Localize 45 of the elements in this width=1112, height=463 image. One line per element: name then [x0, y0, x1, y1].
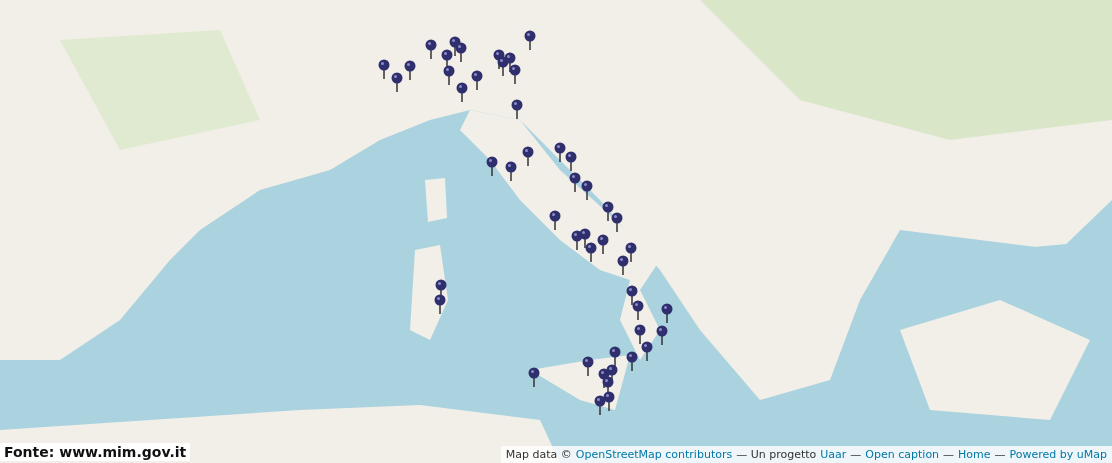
map-pin-icon[interactable]	[511, 99, 523, 119]
map-pin-icon[interactable]	[611, 212, 623, 232]
map-pin-icon[interactable]	[434, 294, 446, 314]
map-pin-icon[interactable]	[632, 300, 644, 320]
map-pin-icon[interactable]	[554, 142, 566, 162]
map-pin-icon[interactable]	[661, 303, 673, 323]
attribution-link[interactable]: Home	[958, 448, 991, 461]
attribution-text: —	[943, 448, 955, 461]
map-pin-icon[interactable]	[634, 324, 646, 344]
attribution-text: —	[994, 448, 1006, 461]
map-pin-icon[interactable]	[456, 82, 468, 102]
map-pin-icon[interactable]	[565, 151, 577, 171]
map-pin-icon[interactable]	[656, 325, 668, 345]
map-pin-icon[interactable]	[425, 39, 437, 59]
map-pin-icon[interactable]	[582, 356, 594, 376]
map-pin-icon[interactable]	[471, 70, 483, 90]
map-pin-icon[interactable]	[594, 395, 606, 415]
attribution-text: Map data ©	[505, 448, 572, 461]
attribution-link[interactable]: Open caption	[865, 448, 940, 461]
map-pin-icon[interactable]	[597, 234, 609, 254]
map-pin-icon[interactable]	[524, 30, 536, 50]
map-pin-icon[interactable]	[391, 72, 403, 92]
map-pin-icon[interactable]	[455, 42, 467, 62]
attribution-link[interactable]: Powered by uMap	[1009, 448, 1107, 461]
map-pin-icon[interactable]	[549, 210, 561, 230]
map-pin-icon[interactable]	[581, 180, 593, 200]
map-pin-icon[interactable]	[528, 367, 540, 387]
map-pin-icon[interactable]	[509, 64, 521, 84]
map-pin-icon[interactable]	[522, 146, 534, 166]
attribution-text: —	[850, 448, 862, 461]
map-pin-icon[interactable]	[378, 59, 390, 79]
attribution-link[interactable]: Uaar	[820, 448, 847, 461]
map-pin-icon[interactable]	[569, 172, 581, 192]
map-pin-icon[interactable]	[641, 341, 653, 361]
map-pin-icon[interactable]	[443, 65, 455, 85]
attribution-link[interactable]: OpenStreetMap contributors	[575, 448, 733, 461]
map-pin-icon[interactable]	[602, 201, 614, 221]
map-pin-icon[interactable]	[626, 351, 638, 371]
map-pin-icon[interactable]	[404, 60, 416, 80]
map-pin-icon[interactable]	[585, 242, 597, 262]
map-caption: Fonte: www.mim.gov.it	[0, 443, 191, 461]
map-pin-icon[interactable]	[486, 156, 498, 176]
map-pin-icon[interactable]	[617, 255, 629, 275]
map-pin-icon[interactable]	[505, 161, 517, 181]
attribution-text: — Un progetto	[736, 448, 817, 461]
